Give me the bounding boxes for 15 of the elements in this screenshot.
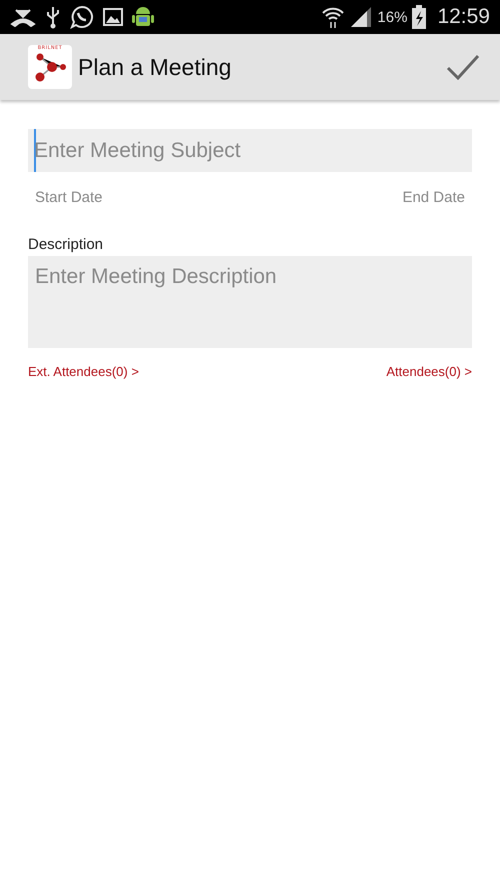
description-label: Description — [28, 236, 104, 253]
start-date-field[interactable]: Start Date — [35, 189, 103, 206]
usb-icon — [45, 5, 61, 29]
missed-call-icon — [10, 7, 36, 27]
screen-title: Plan a Meeting — [78, 54, 232, 80]
attendees-link[interactable]: Attendees(0) > — [386, 364, 472, 379]
image-icon — [103, 8, 123, 26]
wifi-icon — [321, 5, 346, 29]
clock-time: 12:59 — [437, 5, 490, 29]
battery-percent: 16% — [377, 8, 408, 26]
chat-icon — [70, 5, 94, 29]
external-attendees-link[interactable]: Ext. Attendees(0) > — [28, 364, 139, 379]
end-date-field[interactable]: End Date — [402, 189, 465, 206]
description-field[interactable]: Enter Meeting Description — [28, 256, 472, 348]
signal-icon — [350, 6, 372, 28]
